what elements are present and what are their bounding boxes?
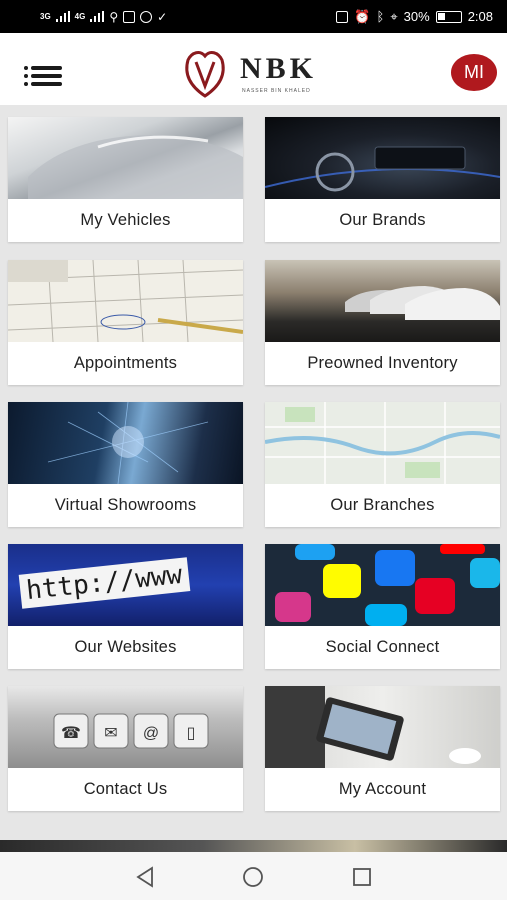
svg-text:@: @ — [143, 725, 159, 742]
car-silhouette-icon — [28, 135, 243, 199]
network-graphic-icon — [47, 402, 209, 484]
tablet-user-icon — [265, 686, 481, 768]
brands-image — [265, 117, 500, 199]
tile-appointments[interactable]: Appointments — [8, 260, 243, 385]
logo-mark-icon — [185, 51, 225, 98]
car-interior-icon — [265, 146, 500, 192]
notification-icon — [123, 10, 136, 23]
signal-icon — [55, 11, 70, 22]
tile-label: Social Connect — [325, 638, 440, 656]
tile-virtual-showrooms[interactable]: Virtual Showrooms — [8, 402, 243, 527]
battery-icon — [435, 10, 462, 23]
home-circle-icon[interactable] — [242, 866, 264, 888]
contact-cubes-icon: ☎ ✉ @ ▯ — [53, 713, 209, 749]
user-avatar[interactable]: MI — [451, 54, 497, 91]
hamburger-line — [31, 66, 62, 70]
back-triangle-icon[interactable] — [134, 866, 156, 888]
social-image — [265, 544, 500, 626]
tile-our-branches[interactable]: Our Branches — [265, 402, 500, 527]
usb-icon: ⚲ — [109, 9, 119, 24]
tile-social-connect[interactable]: Social Connect — [265, 544, 500, 669]
hamburger-line — [31, 82, 62, 86]
hamburger-line — [31, 74, 62, 78]
app-header: NBK NASSER BIN KHALED MI — [0, 33, 507, 105]
appointments-image — [8, 260, 243, 342]
tile-label: Contact Us — [83, 780, 168, 798]
status-right: ⏰ ᛒ ⌖ 30% 2:08 — [336, 9, 493, 25]
map-icon — [265, 402, 500, 484]
check-icon: ✓ — [157, 9, 168, 24]
calendar-icon — [8, 260, 243, 342]
location-icon: ⌖ — [390, 8, 398, 24]
menu-button[interactable] — [24, 66, 62, 86]
tile-label: Preowned Inventory — [307, 354, 458, 372]
tile-label: Our Branches — [330, 496, 435, 514]
websites-image: http://www — [8, 544, 243, 626]
tile-my-vehicles[interactable]: My Vehicles — [8, 117, 243, 242]
tile-my-account[interactable]: My Account — [265, 686, 500, 811]
cars-lineup-icon — [345, 286, 500, 320]
hamburger-icon — [24, 66, 28, 70]
logo-text: NBK — [240, 52, 318, 85]
account-image — [265, 686, 500, 768]
svg-text:☎: ☎ — [61, 725, 81, 742]
battery-percent: 30% — [403, 9, 430, 24]
status-bar: 3G 4G ⚲ ✓ ⏰ ᛒ ⌖ 30% 2:08 — [0, 0, 507, 33]
tile-label: My Account — [338, 780, 427, 798]
network-3g-label: 3G — [40, 11, 51, 21]
tile-preowned-inventory[interactable]: Preowned Inventory — [265, 260, 500, 385]
nbk-logo: NBK NASSER BIN KHALED — [180, 48, 330, 98]
whatsapp-icon — [140, 10, 153, 23]
url-text: http://www — [18, 557, 190, 609]
status-left: 3G 4G ⚲ ✓ — [40, 10, 167, 24]
alarm-icon: ⏰ — [354, 8, 371, 24]
branches-map-image — [265, 402, 500, 484]
tile-label: Our Brands — [339, 211, 426, 229]
tile-our-websites[interactable]: http://www Our Websites — [8, 544, 243, 669]
tile-label: My Vehicles — [80, 211, 171, 229]
contact-image: ☎ ✉ @ ▯ — [8, 686, 243, 768]
virtual-image — [8, 402, 243, 484]
svg-text:✉: ✉ — [104, 725, 117, 742]
hamburger-dot — [24, 82, 28, 86]
recents-square-icon[interactable] — [351, 866, 373, 888]
network-4g-label: 4G — [74, 11, 86, 21]
preowned-image — [265, 260, 500, 342]
clock: 2:08 — [467, 9, 493, 24]
menu-grid: My Vehicles Our Brands Appointments Preo… — [0, 105, 507, 840]
tile-label: Appointments — [73, 354, 178, 372]
bottom-banner-strip — [0, 840, 507, 852]
tile-our-brands[interactable]: Our Brands — [265, 117, 500, 242]
system-nav-bar — [0, 852, 507, 900]
social-apps-icon — [275, 544, 500, 626]
nfc-icon — [336, 10, 349, 23]
tile-label: Virtual Showrooms — [54, 496, 197, 514]
bluetooth-icon: ᛒ — [376, 9, 385, 24]
vehicles-image — [8, 117, 243, 199]
svg-text:▯: ▯ — [187, 725, 196, 742]
hamburger-dot — [24, 74, 28, 78]
tile-label: Our Websites — [74, 638, 177, 656]
signal-icon-2 — [90, 11, 105, 22]
logo-subtitle: NASSER BIN KHALED — [242, 88, 311, 94]
tile-contact-us[interactable]: ☎ ✉ @ ▯ Contact Us — [8, 686, 243, 811]
